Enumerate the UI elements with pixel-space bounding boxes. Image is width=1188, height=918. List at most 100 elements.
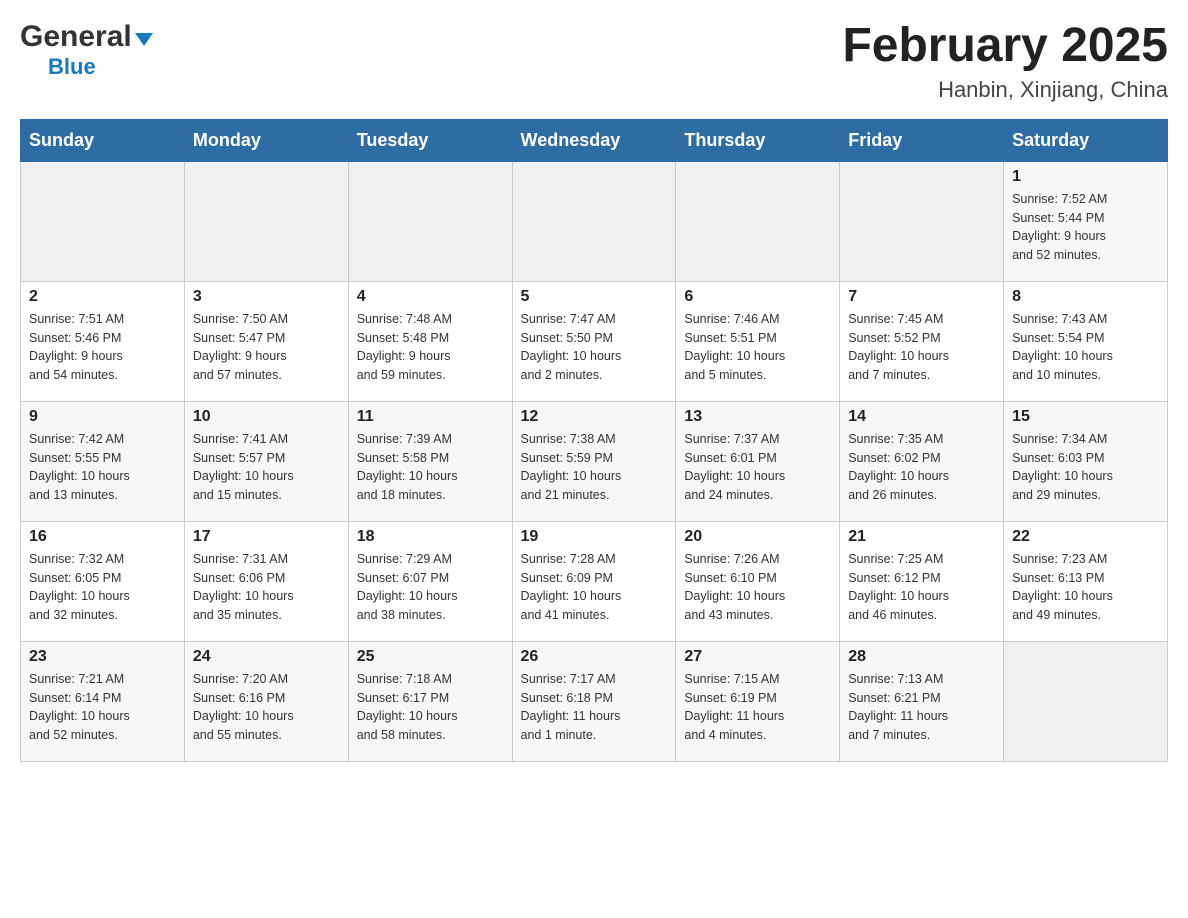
calendar-cell: 5 Sunrise: 7:47 AM Sunset: 5:50 PM Daylig… [512, 281, 676, 401]
day-info: Sunrise: 7:15 AM Sunset: 6:19 PM Dayligh… [684, 670, 831, 745]
day-info: Sunrise: 7:29 AM Sunset: 6:07 PM Dayligh… [357, 550, 504, 625]
calendar-cell [512, 161, 676, 281]
day-number: 6 [684, 288, 831, 306]
day-info: Sunrise: 7:26 AM Sunset: 6:10 PM Dayligh… [684, 550, 831, 625]
day-number: 16 [29, 528, 176, 546]
calendar-cell: 3 Sunrise: 7:50 AM Sunset: 5:47 PM Daylig… [184, 281, 348, 401]
calendar-cell: 8 Sunrise: 7:43 AM Sunset: 5:54 PM Daylig… [1004, 281, 1168, 401]
day-info: Sunrise: 7:23 AM Sunset: 6:13 PM Dayligh… [1012, 550, 1159, 625]
calendar-week-3: 9 Sunrise: 7:42 AM Sunset: 5:55 PM Daylig… [21, 401, 1168, 521]
calendar-cell: 26 Sunrise: 7:17 AM Sunset: 6:18 PM Dayli… [512, 641, 676, 761]
day-number: 20 [684, 528, 831, 546]
calendar-cell [1004, 641, 1168, 761]
calendar-cell: 11 Sunrise: 7:39 AM Sunset: 5:58 PM Dayli… [348, 401, 512, 521]
day-info: Sunrise: 7:13 AM Sunset: 6:21 PM Dayligh… [848, 670, 995, 745]
weekday-header-thursday: Thursday [676, 119, 840, 161]
day-number: 11 [357, 408, 504, 426]
day-info: Sunrise: 7:31 AM Sunset: 6:06 PM Dayligh… [193, 550, 340, 625]
day-info: Sunrise: 7:17 AM Sunset: 6:18 PM Dayligh… [521, 670, 668, 745]
logo-general-text: General [20, 20, 132, 54]
calendar-cell [348, 161, 512, 281]
day-info: Sunrise: 7:25 AM Sunset: 6:12 PM Dayligh… [848, 550, 995, 625]
calendar-cell: 15 Sunrise: 7:34 AM Sunset: 6:03 PM Dayli… [1004, 401, 1168, 521]
month-title: February 2025 [842, 20, 1168, 73]
calendar-cell: 16Sunrise: 7:32 AM Sunset: 6:05 PM Dayli… [21, 521, 185, 641]
calendar-cell: 17Sunrise: 7:31 AM Sunset: 6:06 PM Dayli… [184, 521, 348, 641]
calendar-body: 1Sunrise: 7:52 AM Sunset: 5:44 PM Daylig… [21, 161, 1168, 761]
calendar-header: SundayMondayTuesdayWednesdayThursdayFrid… [21, 119, 1168, 161]
weekday-header-row: SundayMondayTuesdayWednesdayThursdayFrid… [21, 119, 1168, 161]
day-number: 5 [521, 288, 668, 306]
day-info: Sunrise: 7:39 AM Sunset: 5:58 PM Dayligh… [357, 430, 504, 505]
day-info: Sunrise: 7:52 AM Sunset: 5:44 PM Dayligh… [1012, 190, 1159, 265]
day-number: 10 [193, 408, 340, 426]
day-info: Sunrise: 7:34 AM Sunset: 6:03 PM Dayligh… [1012, 430, 1159, 505]
calendar-cell: 24Sunrise: 7:20 AM Sunset: 6:16 PM Dayli… [184, 641, 348, 761]
calendar-cell: 20 Sunrise: 7:26 AM Sunset: 6:10 PM Dayli… [676, 521, 840, 641]
day-info: Sunrise: 7:37 AM Sunset: 6:01 PM Dayligh… [684, 430, 831, 505]
day-number: 7 [848, 288, 995, 306]
day-number: 27 [684, 648, 831, 666]
calendar-cell [21, 161, 185, 281]
day-info: Sunrise: 7:48 AM Sunset: 5:48 PM Dayligh… [357, 310, 504, 385]
calendar-cell: 28 Sunrise: 7:13 AM Sunset: 6:21 PM Dayli… [840, 641, 1004, 761]
day-info: Sunrise: 7:28 AM Sunset: 6:09 PM Dayligh… [521, 550, 668, 625]
weekday-header-saturday: Saturday [1004, 119, 1168, 161]
calendar-cell [840, 161, 1004, 281]
day-info: Sunrise: 7:47 AM Sunset: 5:50 PM Dayligh… [521, 310, 668, 385]
day-info: Sunrise: 7:38 AM Sunset: 5:59 PM Dayligh… [521, 430, 668, 505]
day-number: 15 [1012, 408, 1159, 426]
weekday-header-monday: Monday [184, 119, 348, 161]
page-header: General Blue February 2025 Hanbin, Xinji… [20, 20, 1168, 103]
day-number: 23 [29, 648, 176, 666]
day-number: 19 [521, 528, 668, 546]
day-number: 8 [1012, 288, 1159, 306]
day-info: Sunrise: 7:50 AM Sunset: 5:47 PM Dayligh… [193, 310, 340, 385]
day-number: 3 [193, 288, 340, 306]
weekday-header-wednesday: Wednesday [512, 119, 676, 161]
calendar-cell [184, 161, 348, 281]
day-number: 28 [848, 648, 995, 666]
day-info: Sunrise: 7:21 AM Sunset: 6:14 PM Dayligh… [29, 670, 176, 745]
day-number: 14 [848, 408, 995, 426]
day-number: 18 [357, 528, 504, 546]
day-number: 26 [521, 648, 668, 666]
day-info: Sunrise: 7:43 AM Sunset: 5:54 PM Dayligh… [1012, 310, 1159, 385]
calendar-cell: 27 Sunrise: 7:15 AM Sunset: 6:19 PM Dayli… [676, 641, 840, 761]
calendar-cell: 7 Sunrise: 7:45 AM Sunset: 5:52 PM Daylig… [840, 281, 1004, 401]
calendar-cell: 23 Sunrise: 7:21 AM Sunset: 6:14 PM Dayli… [21, 641, 185, 761]
day-number: 21 [848, 528, 995, 546]
calendar-cell: 22Sunrise: 7:23 AM Sunset: 6:13 PM Dayli… [1004, 521, 1168, 641]
calendar-cell: 21 Sunrise: 7:25 AM Sunset: 6:12 PM Dayli… [840, 521, 1004, 641]
calendar-cell: 1Sunrise: 7:52 AM Sunset: 5:44 PM Daylig… [1004, 161, 1168, 281]
calendar-week-2: 2 Sunrise: 7:51 AM Sunset: 5:46 PM Daylig… [21, 281, 1168, 401]
calendar-cell: 18 Sunrise: 7:29 AM Sunset: 6:07 PM Dayli… [348, 521, 512, 641]
day-info: Sunrise: 7:35 AM Sunset: 6:02 PM Dayligh… [848, 430, 995, 505]
day-number: 9 [29, 408, 176, 426]
day-info: Sunrise: 7:41 AM Sunset: 5:57 PM Dayligh… [193, 430, 340, 505]
calendar-cell: 9 Sunrise: 7:42 AM Sunset: 5:55 PM Daylig… [21, 401, 185, 521]
day-info: Sunrise: 7:51 AM Sunset: 5:46 PM Dayligh… [29, 310, 176, 385]
logo-blue-text: Blue [20, 54, 96, 80]
calendar-table: SundayMondayTuesdayWednesdayThursdayFrid… [20, 119, 1168, 762]
calendar-week-1: 1Sunrise: 7:52 AM Sunset: 5:44 PM Daylig… [21, 161, 1168, 281]
weekday-header-sunday: Sunday [21, 119, 185, 161]
calendar-cell: 25 Sunrise: 7:18 AM Sunset: 6:17 PM Dayli… [348, 641, 512, 761]
calendar-cell: 14 Sunrise: 7:35 AM Sunset: 6:02 PM Dayli… [840, 401, 1004, 521]
day-number: 4 [357, 288, 504, 306]
day-number: 13 [684, 408, 831, 426]
calendar-cell: 12 Sunrise: 7:38 AM Sunset: 5:59 PM Dayli… [512, 401, 676, 521]
weekday-header-friday: Friday [840, 119, 1004, 161]
day-info: Sunrise: 7:45 AM Sunset: 5:52 PM Dayligh… [848, 310, 995, 385]
title-block: February 2025 Hanbin, Xinjiang, China [842, 20, 1168, 103]
day-info: Sunrise: 7:46 AM Sunset: 5:51 PM Dayligh… [684, 310, 831, 385]
logo: General Blue [20, 20, 153, 80]
day-info: Sunrise: 7:42 AM Sunset: 5:55 PM Dayligh… [29, 430, 176, 505]
day-number: 25 [357, 648, 504, 666]
calendar-week-4: 16Sunrise: 7:32 AM Sunset: 6:05 PM Dayli… [21, 521, 1168, 641]
logo-triangle-icon [135, 33, 153, 46]
calendar-cell: 19 Sunrise: 7:28 AM Sunset: 6:09 PM Dayli… [512, 521, 676, 641]
day-number: 12 [521, 408, 668, 426]
day-number: 2 [29, 288, 176, 306]
day-info: Sunrise: 7:18 AM Sunset: 6:17 PM Dayligh… [357, 670, 504, 745]
